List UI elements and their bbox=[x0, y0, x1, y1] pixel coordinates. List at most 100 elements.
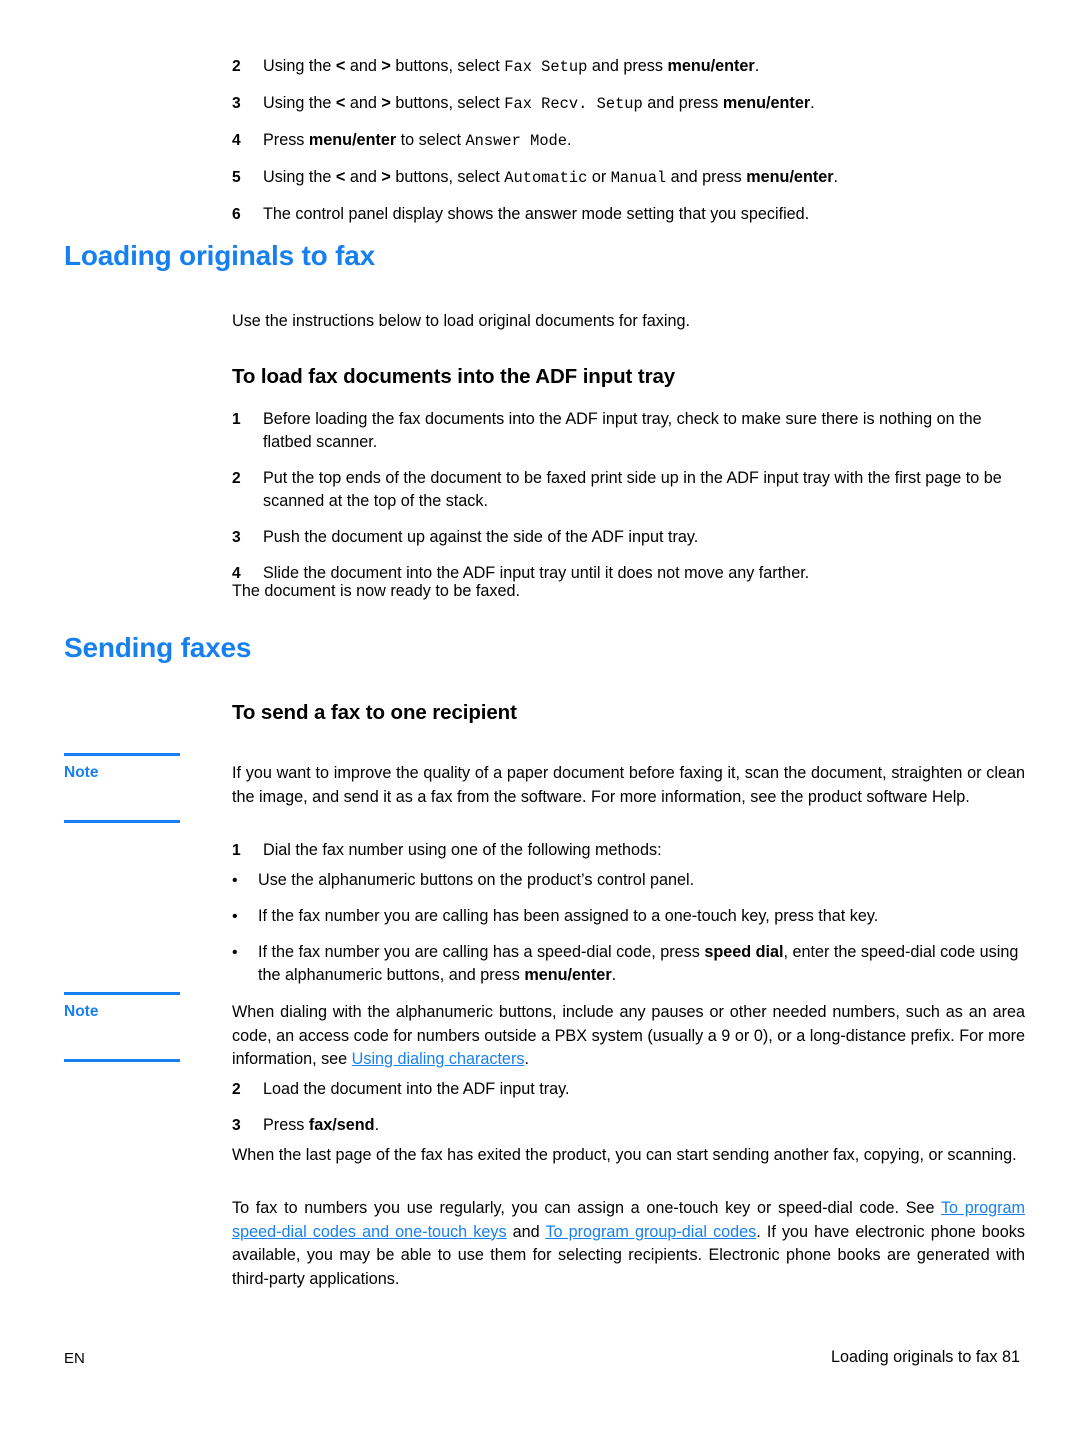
note-rule-top bbox=[64, 992, 180, 995]
body-text: Put the top ends of the document to be f… bbox=[263, 469, 1002, 510]
step-number: 1 bbox=[232, 842, 241, 859]
body-text: . bbox=[754, 57, 760, 75]
step-text: Press fax/send. bbox=[263, 1114, 1022, 1137]
footer-page-reference: Loading originals to fax 81 bbox=[831, 1348, 1020, 1366]
bullet-list-dial-methods: • Use the alphanumeric buttons on the pro… bbox=[232, 869, 1022, 1000]
step-text: Before loading the fax documents into th… bbox=[263, 408, 1022, 454]
closing-paragraph-loading: The document is now ready to be faxed. bbox=[232, 582, 520, 600]
body-text: and bbox=[345, 57, 382, 75]
emphasis-text: menu/enter bbox=[722, 94, 811, 112]
body-text: Use the alphanumeric buttons on the prod… bbox=[258, 871, 695, 889]
body-text: . bbox=[611, 966, 617, 984]
body-text: Load the document into the ADF input tra… bbox=[263, 1080, 570, 1098]
note-text: When dialing with the alphanumeric butto… bbox=[232, 1001, 1025, 1072]
step-number: 2 bbox=[232, 1081, 241, 1098]
control-panel-text: Fax Recv. Setup bbox=[504, 95, 643, 113]
body-text: and press bbox=[587, 57, 668, 75]
body-text: Using the bbox=[263, 94, 336, 112]
step-number: 3 bbox=[232, 95, 241, 112]
bullet-marker-icon: • bbox=[232, 944, 238, 961]
note-label: Note bbox=[64, 1003, 99, 1020]
numbered-step: 2 Load the document into the ADF input tr… bbox=[232, 1078, 1022, 1101]
body-text: . bbox=[567, 131, 572, 149]
step-text: Using the < and > buttons, select Fax Se… bbox=[263, 55, 1022, 79]
note-text: If you want to improve the quality of a … bbox=[232, 762, 1025, 809]
step-number: 1 bbox=[232, 411, 241, 428]
note-rule-top bbox=[64, 753, 180, 756]
step-text: Load the document into the ADF input tra… bbox=[263, 1078, 1022, 1101]
emphasis-text: < bbox=[335, 57, 346, 75]
list-item: • If the fax number you are calling has a… bbox=[232, 941, 1022, 987]
body-text: . bbox=[374, 1116, 380, 1134]
body-text: Press bbox=[263, 1116, 309, 1134]
numbered-step: 3 Press fax/send. bbox=[232, 1114, 1022, 1137]
numbered-step: 5 Using the < and > buttons, select Autom… bbox=[232, 166, 1022, 190]
step-number: 2 bbox=[232, 470, 241, 487]
body-text: The control panel display shows the answ… bbox=[263, 205, 810, 223]
step-text: Press menu/enter to select Answer Mode. bbox=[263, 129, 1022, 153]
body-text: If you want to improve the quality of a … bbox=[232, 764, 1025, 806]
step-text: Using the < and > buttons, select Automa… bbox=[263, 166, 1022, 190]
body-text: buttons, select bbox=[390, 168, 505, 186]
step-text: Put the top ends of the document to be f… bbox=[263, 467, 1022, 513]
body-text: and bbox=[345, 94, 382, 112]
emphasis-text: menu/enter bbox=[746, 168, 834, 186]
step-number: 3 bbox=[232, 1117, 241, 1134]
step-text: Dial the fax number using one of the fol… bbox=[263, 839, 1022, 862]
list-item-text: If the fax number you are calling has a … bbox=[258, 941, 1022, 987]
body-text: buttons, select bbox=[390, 94, 505, 112]
intro-paragraph-loading: Use the instructions below to load origi… bbox=[232, 312, 690, 330]
footer-language-code: EN bbox=[64, 1350, 85, 1367]
body-text: Press bbox=[263, 131, 309, 149]
numbered-step-list-load-adf: 1 Before loading the fax documents into t… bbox=[232, 408, 1022, 598]
page-title-sending-faxes: Sending faxes bbox=[64, 632, 252, 663]
body-text: and press bbox=[666, 168, 747, 186]
bullet-marker-icon: • bbox=[232, 908, 238, 925]
numbered-step-list-answer-mode: 2 Using the < and > buttons, select Fax S… bbox=[232, 55, 1022, 239]
numbered-step: 3 Using the < and > buttons, select Fax R… bbox=[232, 92, 1022, 116]
note-label: Note bbox=[64, 764, 99, 781]
control-panel-text: Answer Mode bbox=[465, 132, 568, 150]
numbered-step: 4 Press menu/enter to select Answer Mode. bbox=[232, 129, 1022, 153]
emphasis-text: < bbox=[335, 94, 346, 112]
emphasis-text: menu/enter bbox=[524, 966, 612, 984]
body-text: to select bbox=[396, 131, 466, 149]
list-item: • Use the alphanumeric buttons on the pro… bbox=[232, 869, 1022, 892]
document-page: 2 Using the < and > buttons, select Fax S… bbox=[0, 0, 1080, 1438]
page-title-loading-originals: Loading originals to fax bbox=[64, 240, 375, 271]
body-text: Before loading the fax documents into th… bbox=[263, 410, 982, 451]
step-text: The control panel display shows the answ… bbox=[263, 203, 1022, 226]
list-item: • If the fax number you are calling has b… bbox=[232, 905, 1022, 928]
body-text: and press bbox=[642, 94, 723, 112]
emphasis-text: fax/send bbox=[308, 1116, 375, 1134]
control-panel-text: Manual bbox=[610, 169, 667, 187]
body-text: If the fax number you are calling has a … bbox=[258, 943, 705, 961]
body-text: Push the document up against the side of… bbox=[263, 528, 699, 546]
control-panel-text: Automatic bbox=[504, 169, 588, 187]
control-panel-text: Fax Setup bbox=[504, 58, 588, 76]
step-text: Push the document up against the side of… bbox=[263, 526, 1022, 549]
emphasis-text: menu/enter bbox=[667, 57, 755, 75]
body-text: and bbox=[345, 168, 382, 186]
numbered-step: 2 Using the < and > buttons, select Fax S… bbox=[232, 55, 1022, 79]
emphasis-text: > bbox=[381, 94, 391, 112]
list-item-text: Use the alphanumeric buttons on the prod… bbox=[258, 869, 1022, 892]
emphasis-text: > bbox=[381, 168, 391, 186]
step-number: 4 bbox=[232, 132, 241, 149]
subheading-load-fax-documents: To load fax documents into the ADF input… bbox=[232, 365, 676, 388]
emphasis-text: menu/enter bbox=[308, 131, 397, 149]
body-text: and bbox=[506, 1222, 546, 1241]
bullet-marker-icon: • bbox=[232, 872, 238, 889]
step-number: 3 bbox=[232, 529, 241, 546]
body-text: To fax to numbers you use regularly, you… bbox=[232, 1199, 941, 1217]
numbered-step: 1 Dial the fax number using one of the fo… bbox=[232, 839, 1022, 862]
cross-reference-link[interactable]: Using dialing characters bbox=[352, 1050, 525, 1068]
body-text: Using the bbox=[263, 57, 336, 75]
body-text: . bbox=[810, 94, 815, 112]
closing-paragraph-after-send: When the last page of the fax has exited… bbox=[232, 1144, 1025, 1168]
numbered-step: 1 Before loading the fax documents into t… bbox=[232, 408, 1022, 454]
emphasis-text: speed dial bbox=[704, 943, 784, 961]
cross-reference-link[interactable]: To program group-dial codes bbox=[545, 1223, 756, 1241]
numbered-step: 6 The control panel display shows the ans… bbox=[232, 203, 1022, 226]
closing-paragraph-speed-dial: To fax to numbers you use regularly, you… bbox=[232, 1197, 1025, 1291]
